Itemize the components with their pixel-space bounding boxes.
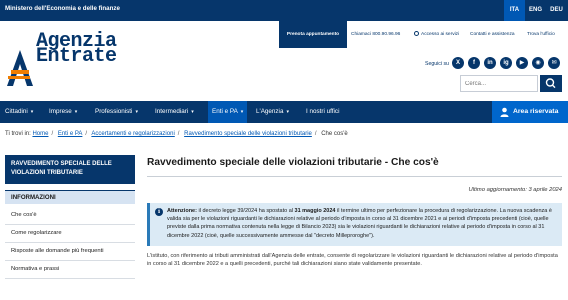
last-updated: Ultimo aggiornamento: 3 aprile 2024 [468, 187, 562, 193]
nav-agenzia[interactable]: L'Agenzia ▾ [256, 101, 289, 123]
chevron-down-icon: ▾ [74, 109, 78, 115]
breadcrumb: Ti trovi in: Home / Enti e PA / Accertamen… [5, 131, 348, 137]
find-office-link[interactable]: Trova l'ufficio [527, 21, 555, 48]
chevron-down-icon: ▾ [135, 109, 138, 115]
x-twitter-icon[interactable]: X [452, 57, 464, 69]
telegram-icon[interactable]: ◉ [532, 57, 544, 69]
user-icon [414, 31, 419, 37]
title-divider [147, 176, 562, 177]
sidebar-item-come-regolarizzare[interactable]: Come regolarizzare [5, 225, 135, 243]
social-label: Seguici su [425, 61, 449, 67]
youtube-icon[interactable]: ▶ [516, 57, 528, 69]
main-nav: Cittadini ▾ Imprese ▾ Professionisti ▾ Inte… [0, 101, 568, 123]
page-title: Ravvedimento speciale delle violazioni t… [147, 157, 439, 168]
sidebar-section-heading: INFORMAZIONI [5, 190, 135, 204]
nav-imprese[interactable]: Imprese ▾ [49, 101, 77, 123]
info-icon: i [155, 208, 163, 216]
access-services-link[interactable]: Accesso ai servizi [414, 21, 459, 48]
logo-symbol-icon [7, 50, 33, 86]
alert-date: 31 maggio 2024 [294, 208, 336, 214]
sidebar-item-normativa[interactable]: Normativa e prassi [5, 261, 135, 279]
attention-alert: i Attenzione: il decreto legge 39/2024 h… [147, 203, 562, 246]
search-button[interactable] [540, 75, 562, 92]
phone-link[interactable]: Chiamaci 800.90.96.96 [351, 21, 400, 48]
breadcrumb-accertamenti[interactable]: Accertamenti e regolarizzazioni [91, 131, 174, 137]
user-icon [500, 107, 509, 117]
lang-deu[interactable]: DEU [546, 0, 567, 21]
instagram-icon[interactable]: ig [500, 57, 512, 69]
ministry-bar: Ministero dell'Economia e delle finanze … [0, 0, 568, 21]
nav-cittadini[interactable]: Cittadini ▾ [5, 101, 33, 123]
lang-ita[interactable]: ITA [504, 0, 525, 21]
sidebar-title[interactable]: RAVVEDIMENTO SPECIALE DELLE VIOLAZIONI T… [5, 155, 135, 184]
intro-paragraph: L'istituto, con riferimento ai tributi a… [147, 253, 558, 268]
newsletter-icon[interactable]: ✉ [548, 57, 560, 69]
alert-text-a: il decreto legge 39/2024 ha spostato al [198, 208, 293, 214]
nav-uffici[interactable]: I nostri uffici [306, 101, 339, 123]
nav-enti-pa[interactable]: Enti e PA ▾ [208, 101, 248, 123]
ministry-name[interactable]: Ministero dell'Economia e delle finanze [5, 5, 120, 12]
search-icon [545, 78, 556, 89]
contacts-link[interactable]: Contatti e assistenza [470, 21, 515, 48]
chevron-down-icon: ▾ [30, 109, 34, 115]
breadcrumb-current: Che cos'è [321, 131, 348, 137]
nav-professionisti[interactable]: Professionisti ▾ [95, 101, 138, 123]
chevron-down-icon: ▾ [191, 109, 194, 115]
sidebar-item-che-cose[interactable]: Che cos'è [5, 206, 135, 225]
search-input[interactable] [460, 75, 538, 92]
nav-intermediari[interactable]: Intermediari ▾ [155, 101, 194, 123]
chevron-down-icon: ▾ [240, 109, 244, 115]
logo-wordmark: Agenzia Entrate [36, 30, 117, 68]
lang-eng[interactable]: ENG [525, 0, 546, 21]
linkedin-icon[interactable]: in [484, 57, 496, 69]
breadcrumb-enti-pa[interactable]: Enti e PA [58, 131, 83, 137]
breadcrumb-home[interactable]: Home [32, 131, 48, 137]
facebook-icon[interactable]: f [468, 57, 480, 69]
breadcrumb-ravvedimento[interactable]: Ravvedimento speciale delle violazioni t… [184, 131, 312, 137]
alert-label: Attenzione: [167, 208, 197, 214]
chevron-down-icon: ▾ [286, 109, 289, 115]
book-appointment-button[interactable]: Prenota appuntamento [279, 21, 347, 48]
reserved-area-button[interactable]: Area riservata [492, 101, 568, 123]
sidebar-item-faq[interactable]: Risposte alle domande più frequenti [5, 243, 135, 261]
